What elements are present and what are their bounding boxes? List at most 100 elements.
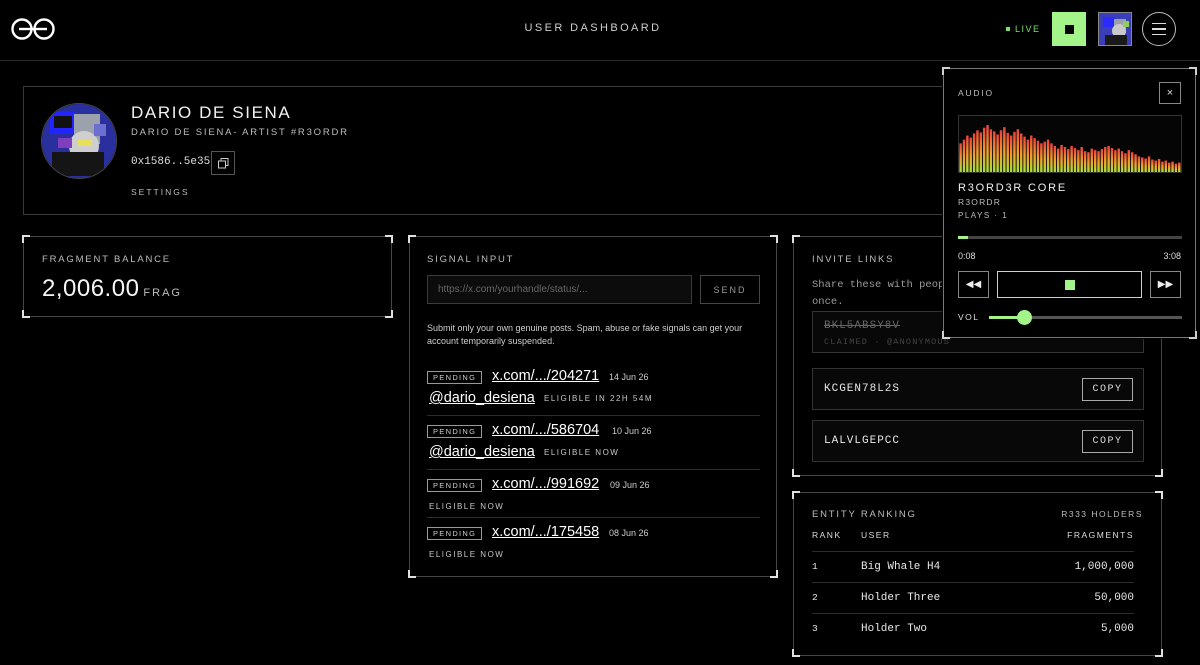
balance-value: 2,006.00 FRAG [42,275,182,303]
audio-player-popup: AUDIO × R3ORD3R CORE R3ORDR PLAYS · 1 0:… [942,67,1197,339]
balance-amount: 2,006.00 [42,275,140,302]
menu-line-icon [1152,22,1166,25]
stop-icon [1064,24,1074,34]
copy-icon [217,157,228,168]
eligibility-text: ELIGIBLE NOW [429,550,505,559]
status-badge: PENDING [427,425,483,438]
visualizer-bar [1171,161,1174,172]
signal-label: SIGNAL INPUT [427,254,515,265]
visualizer-bar [1100,149,1104,172]
rank-cell: 2 [812,592,818,603]
visualizer-bar [959,143,962,172]
fast-forward-button[interactable]: ▶▶ [1150,271,1181,298]
visualizer-bar [1174,163,1178,172]
visualizer-bar [969,137,972,172]
visualizer-bar [1090,148,1094,172]
progress-bar[interactable] [958,236,1182,239]
signal-list: PENDING x.com/.../204271 14 Jun 26 @dari… [427,362,760,566]
visualizer-bar [1147,156,1151,172]
visualizer-bar [1164,160,1168,172]
rewind-button[interactable]: ◀◀ [958,271,989,298]
visualizer-bar [989,129,993,172]
signal-link[interactable]: x.com/.../991692 [492,476,599,492]
signal-link[interactable]: x.com/.../175458 [492,524,599,540]
visualizer-bar [1050,143,1053,172]
eligibility-text: ELIGIBLE NOW [544,448,620,457]
visualizer-bar [1114,150,1117,172]
visualizer-bar [1083,151,1087,172]
menu-line-icon [1152,33,1166,36]
visualizer-bar [1056,148,1060,172]
duration: 3:08 [1163,251,1181,261]
copy-invite-button[interactable]: COPY [1082,378,1133,401]
table-row: 1 Big Whale H4 1,000,000 [812,552,1134,583]
rewind-icon: ◀◀ [965,279,982,290]
rank-cell: 1 [812,561,818,572]
visualizer-bar [1087,152,1090,172]
visualizer-bar [1053,145,1057,172]
volume-knob[interactable] [1016,310,1032,325]
balance-unit: FRAG [143,287,182,299]
visualizer-bar [1141,157,1144,172]
settings-link[interactable]: SETTINGS [131,187,190,197]
visualizer-bar [1070,145,1073,172]
visualizer-bar [1006,132,1009,172]
ranking-label: ENTITY RANKING [812,509,917,520]
status-badge: PENDING [427,371,483,384]
visualizer-bar [976,130,979,172]
visualizer-bar [1067,149,1070,172]
visualizer-bar [986,125,989,172]
play-pause-button[interactable] [997,271,1142,298]
close-audio-button[interactable]: × [1159,82,1181,104]
holders-filter[interactable]: R333 HOLDERS [1061,509,1143,519]
visualizer-bar [1154,160,1157,172]
visualizer-bar [1127,150,1131,172]
table-row: 2 Holder Three 50,000 [812,583,1134,614]
stop-button[interactable] [1052,12,1086,46]
audio-visualizer [958,115,1182,173]
visualizer-bar [1033,138,1036,172]
visualizer-bar [1130,152,1134,172]
visualizer-bar [1040,143,1043,172]
signal-link[interactable]: x.com/.../204271 [492,368,599,384]
wallet-address: 0x1586..5e35 [131,156,211,168]
signal-date: 09 Jun 26 [610,480,650,490]
signal-url-input[interactable] [427,275,692,304]
visualizer-bar [1093,150,1097,172]
eligibility-text: ELIGIBLE IN 22H 54M [544,394,653,403]
visualizer-bar [1157,158,1161,172]
col-fragments-header: FRAGMENTS [1067,530,1134,540]
copy-address-button[interactable] [211,151,235,175]
user-cell: Big Whale H4 [861,561,941,573]
visualizer-bar [999,130,1003,172]
visualizer-bar [982,127,986,172]
ranking-table-header: RANK USER FRAGMENTS [812,530,1134,552]
visualizer-bar [1178,162,1181,172]
signal-handle[interactable]: @dario_desiena [429,444,535,460]
visualizer-bar [1124,153,1127,172]
volume-slider[interactable] [989,310,1182,325]
fragments-cell: 1,000,000 [1074,561,1134,573]
copy-invite-button[interactable]: COPY [1082,430,1133,453]
invite-code: LALVLGEPCC [824,435,901,447]
profile-name: DARIO DE SIENA [131,103,292,122]
visualizer-bar [1167,162,1171,172]
signal-handle[interactable]: @dario_desiena [429,390,535,406]
send-button[interactable]: SEND [700,275,760,304]
signal-item: PENDING x.com/.../175458 08 Jun 26 ELIGI… [427,518,760,566]
visualizer-bar [1013,131,1016,172]
hamburger-menu-button[interactable] [1142,12,1176,46]
visualizer-bar [1151,159,1154,172]
track-artist: R3ORDR [958,197,1002,207]
col-user-header: USER [861,530,891,540]
claimed-meta: CLAIMED · @ANONYMOUS [824,337,951,347]
signal-link[interactable]: x.com/.../586704 [492,422,599,438]
visualizer-bar [972,133,976,172]
eligibility-text: ELIGIBLE NOW [429,502,505,511]
user-avatar-button[interactable] [1098,12,1132,46]
track-title: R3ORD3R CORE [958,182,1068,194]
top-bar: USER DASHBOARD LIVE [0,0,1200,61]
col-rank-header: RANK [812,530,842,540]
table-row: 3 Holder Two 5,000 [812,614,1134,645]
visualizer-bar [1137,156,1141,172]
